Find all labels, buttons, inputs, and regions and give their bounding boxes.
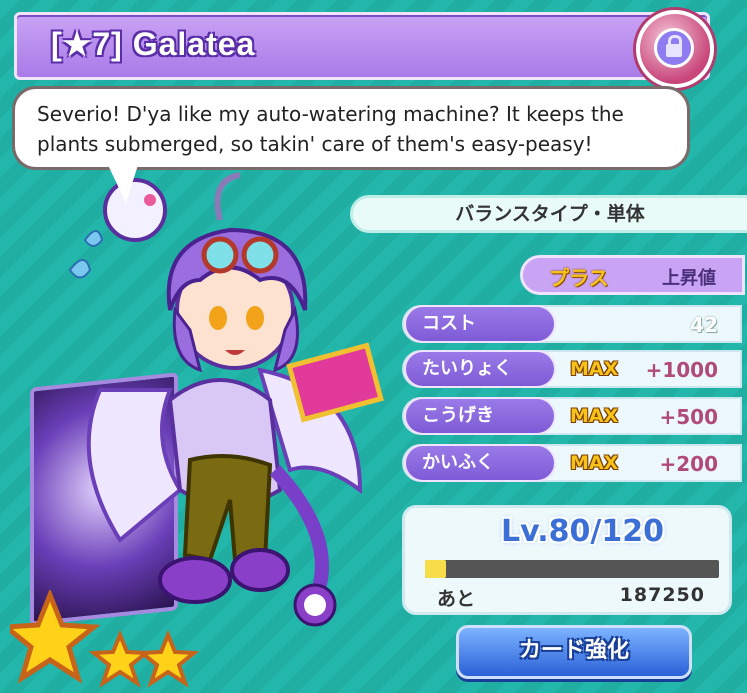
- exp-remaining-label: あと: [437, 588, 476, 610]
- exp-bar: [425, 560, 719, 578]
- stat-label: こうげき: [404, 397, 556, 435]
- stat-row-recovery: かいふく MAX +200: [402, 444, 742, 482]
- dialog-text: Severio! D'ya like my auto-watering mach…: [37, 102, 624, 156]
- exp-bar-fill: [425, 560, 446, 578]
- stat-value: +1000: [645, 358, 718, 382]
- stat-label: たいりょく: [404, 350, 556, 388]
- stat-value: +500: [659, 405, 718, 429]
- card-title-bar: [★7] Galatea: [14, 12, 710, 80]
- card-title: [★7] Galatea: [51, 26, 256, 62]
- stat-label: かいふく: [404, 444, 556, 482]
- stat-row-hp: たいりょく MAX +1000: [402, 350, 742, 388]
- plus-bonus-row: プラス 上昇値: [520, 255, 745, 295]
- level-panel: Lv.80/120 あと 187250: [402, 505, 732, 615]
- dialog-bubble-tail: [108, 165, 138, 203]
- stat-row-attack: こうげき MAX +500: [402, 397, 742, 435]
- plus-label: プラス: [549, 266, 609, 290]
- rarity-stars: [10, 590, 200, 688]
- stat-value: +200: [659, 452, 718, 476]
- stat-row-cost: コスト 42: [402, 305, 742, 343]
- lock-icon: [654, 28, 694, 68]
- dialog-bubble: Severio! D'ya like my auto-watering mach…: [12, 86, 690, 170]
- type-banner: バランスタイプ・単体: [350, 195, 747, 233]
- level-text: Lv.80/120: [501, 514, 664, 549]
- stat-value: 42: [690, 313, 718, 337]
- stat-label: コスト: [404, 305, 556, 343]
- stat-max-badge: MAX: [570, 358, 619, 380]
- lock-button[interactable]: [636, 10, 714, 88]
- stat-max-badge: MAX: [570, 452, 619, 474]
- exp-remaining-value: 187250: [619, 584, 705, 606]
- card-enhance-button[interactable]: カード強化: [456, 625, 692, 679]
- plus-value-label: 上昇値: [662, 268, 716, 289]
- stat-max-badge: MAX: [570, 405, 619, 427]
